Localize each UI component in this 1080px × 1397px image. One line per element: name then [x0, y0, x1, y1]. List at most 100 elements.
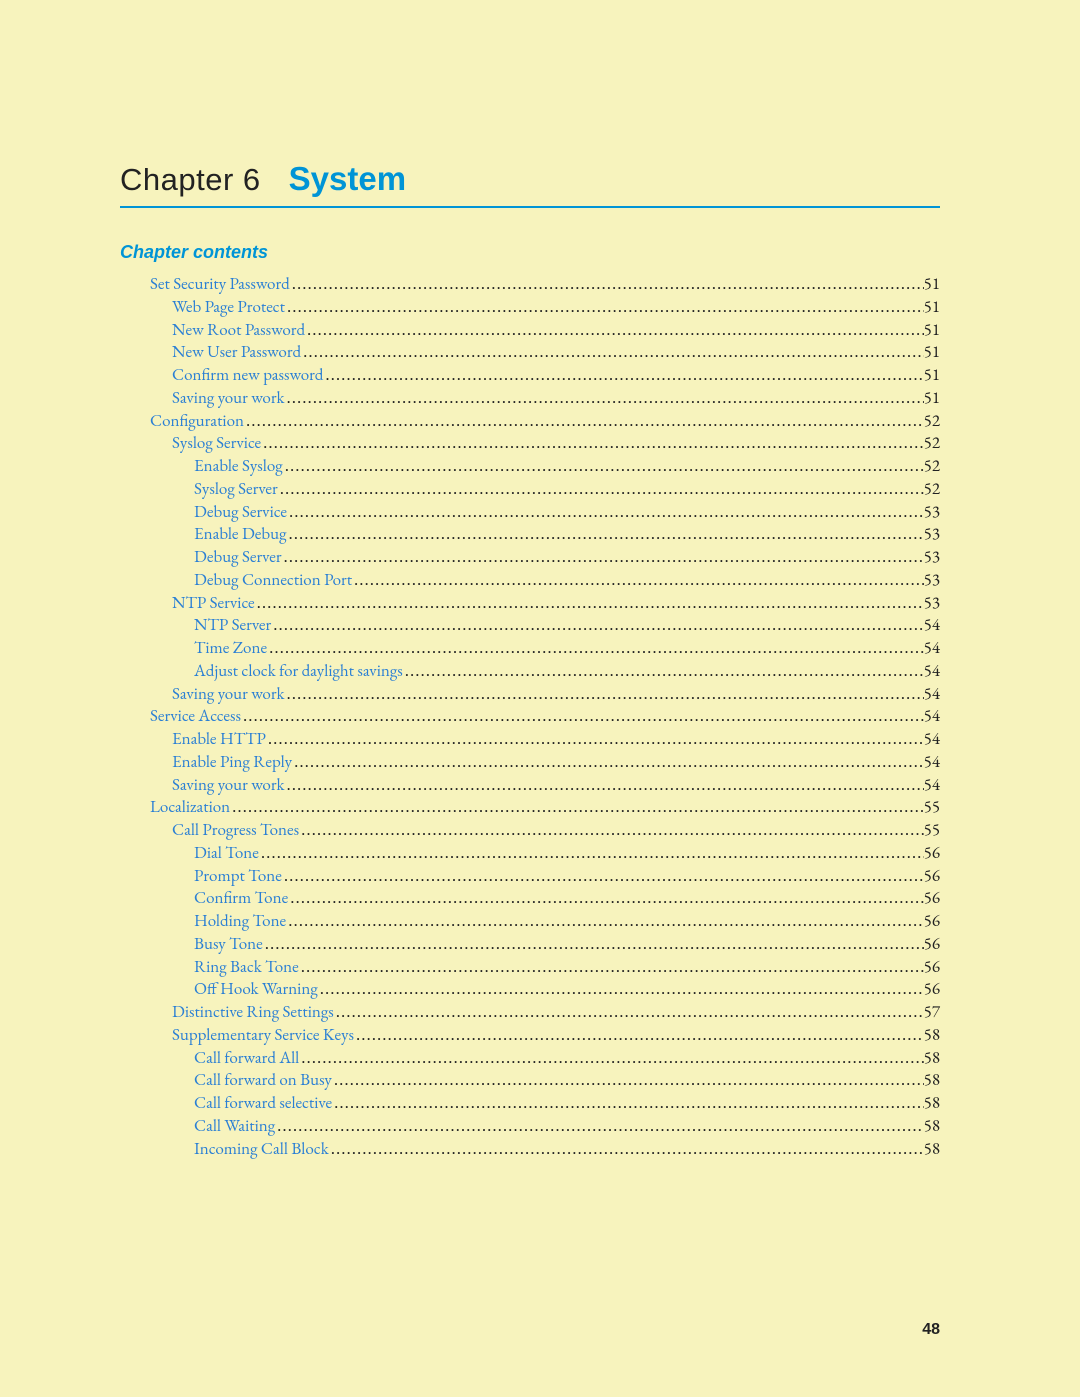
toc-row[interactable]: Web Page Protect51: [120, 296, 940, 319]
toc-row[interactable]: Adjust clock for daylight savings54: [120, 660, 940, 683]
toc-label: Enable HTTP: [172, 729, 266, 751]
toc-row[interactable]: Call forward All58: [120, 1047, 940, 1070]
toc-row[interactable]: Off Hook Warning56: [120, 978, 940, 1001]
toc-leader: [284, 865, 924, 887]
toc-label: Enable Debug: [194, 524, 287, 546]
toc-leader: [301, 1047, 923, 1069]
toc-label: Time Zone: [194, 638, 267, 660]
toc-row[interactable]: Configuration 52: [120, 410, 940, 433]
toc-leader: [292, 273, 924, 295]
toc-page: 58: [924, 1070, 940, 1092]
toc-label: Debug Connection Port: [194, 570, 352, 592]
toc-row[interactable]: Saving your work 54: [120, 683, 940, 706]
toc-row[interactable]: Distinctive Ring Settings57: [120, 1001, 940, 1024]
toc-row[interactable]: New User Password51: [120, 341, 940, 364]
toc-label: Set Security Password: [150, 274, 290, 296]
toc-label: Debug Service: [194, 502, 287, 524]
toc-label: Configuration: [150, 411, 244, 433]
toc-row[interactable]: Confirm new password51: [120, 364, 940, 387]
toc-page: 53: [924, 524, 940, 546]
toc-leader: [287, 387, 924, 409]
toc-row[interactable]: Call forward selective58: [120, 1092, 940, 1115]
toc-row[interactable]: Enable Ping Reply54: [120, 751, 940, 774]
toc-leader: [287, 774, 924, 796]
toc-page: 52: [924, 479, 940, 501]
toc-label: Saving your work: [172, 775, 285, 797]
toc-page: 51: [924, 274, 940, 296]
page: Chapter 6 System Chapter contents Set Se…: [0, 0, 1080, 1397]
toc-row[interactable]: Incoming Call Block58: [120, 1138, 940, 1161]
toc-label: Confirm Tone: [194, 888, 288, 910]
toc-row[interactable]: Saving your work 54: [120, 774, 940, 797]
toc-label: Saving your work: [172, 684, 285, 706]
toc-page: 54: [924, 706, 940, 728]
toc-page: 51: [924, 320, 940, 342]
toc-page: 51: [924, 365, 940, 387]
toc-row[interactable]: Set Security Password 51: [120, 273, 940, 296]
toc-page: 56: [924, 934, 940, 956]
toc-leader: [288, 910, 923, 932]
toc-leader: [287, 683, 924, 705]
toc-row[interactable]: Call forward on Busy58: [120, 1069, 940, 1092]
toc-leader: [336, 1001, 924, 1023]
toc-row[interactable]: New Root Password 51: [120, 319, 940, 342]
toc-page: 53: [924, 547, 940, 569]
toc-row[interactable]: Ring Back Tone56: [120, 956, 940, 979]
toc-leader: [246, 410, 924, 432]
toc-row[interactable]: Syslog Server52: [120, 478, 940, 501]
toc-page: 58: [924, 1116, 940, 1138]
toc-row[interactable]: Call Progress Tones 55: [120, 819, 940, 842]
toc-label: Dial Tone: [194, 843, 259, 865]
toc-row[interactable]: Service Access 54: [120, 705, 940, 728]
toc-page: 58: [924, 1025, 940, 1047]
toc-label: Call forward All: [194, 1048, 299, 1070]
toc-row[interactable]: Localization55: [120, 796, 940, 819]
toc-row[interactable]: Debug Service 53: [120, 501, 940, 524]
toc-page: 52: [924, 411, 940, 433]
toc-leader: [303, 341, 924, 363]
toc-page: 52: [924, 433, 940, 455]
toc-page: 53: [924, 502, 940, 524]
toc-label: New Root Password: [172, 320, 305, 342]
toc-leader: [325, 364, 923, 386]
chapter-label: Chapter 6: [120, 162, 261, 198]
toc-row[interactable]: Enable Debug 53: [120, 523, 940, 546]
toc-row[interactable]: Debug Connection Port53: [120, 569, 940, 592]
toc-label: Call Progress Tones: [172, 820, 299, 842]
toc-leader: [301, 819, 924, 841]
toc-row[interactable]: Busy Tone56: [120, 933, 940, 956]
toc-label: Service Access: [150, 706, 241, 728]
toc-page: 52: [924, 456, 940, 478]
toc-label: Ring Back Tone: [194, 957, 299, 979]
toc-label: Adjust clock for daylight savings: [194, 661, 403, 683]
toc-row[interactable]: Holding Tone56: [120, 910, 940, 933]
toc-leader: [289, 523, 924, 545]
toc-row[interactable]: NTP Server54: [120, 614, 940, 637]
toc-page: 55: [924, 797, 940, 819]
toc-page: 58: [924, 1139, 940, 1161]
toc-row[interactable]: Saving your work51: [120, 387, 940, 410]
toc-row[interactable]: Time Zone54: [120, 637, 940, 660]
toc-row[interactable]: Syslog Service52: [120, 432, 940, 455]
toc-row[interactable]: Prompt Tone56: [120, 865, 940, 888]
toc-row[interactable]: Supplementary Service Keys58: [120, 1024, 940, 1047]
toc-label: Off Hook Warning: [194, 979, 318, 1001]
toc-leader: [289, 501, 924, 523]
toc-row[interactable]: NTP Service53: [120, 592, 940, 615]
toc-row[interactable]: Dial Tone56: [120, 842, 940, 865]
page-number: 48: [922, 1321, 940, 1339]
toc-leader: [354, 569, 924, 591]
toc-row[interactable]: Debug Server53: [120, 546, 940, 569]
toc-leader: [284, 546, 924, 568]
toc-leader: [232, 796, 924, 818]
toc-leader: [273, 614, 923, 636]
toc-row[interactable]: Enable Syslog52: [120, 455, 940, 478]
toc-row[interactable]: Enable HTTP54: [120, 728, 940, 751]
toc-page: 54: [924, 684, 940, 706]
toc-leader: [405, 660, 924, 682]
toc-row[interactable]: Confirm Tone56: [120, 887, 940, 910]
toc-page: 55: [924, 820, 940, 842]
toc-page: 54: [924, 775, 940, 797]
toc-row[interactable]: Call Waiting58: [120, 1115, 940, 1138]
toc-leader: [265, 933, 924, 955]
